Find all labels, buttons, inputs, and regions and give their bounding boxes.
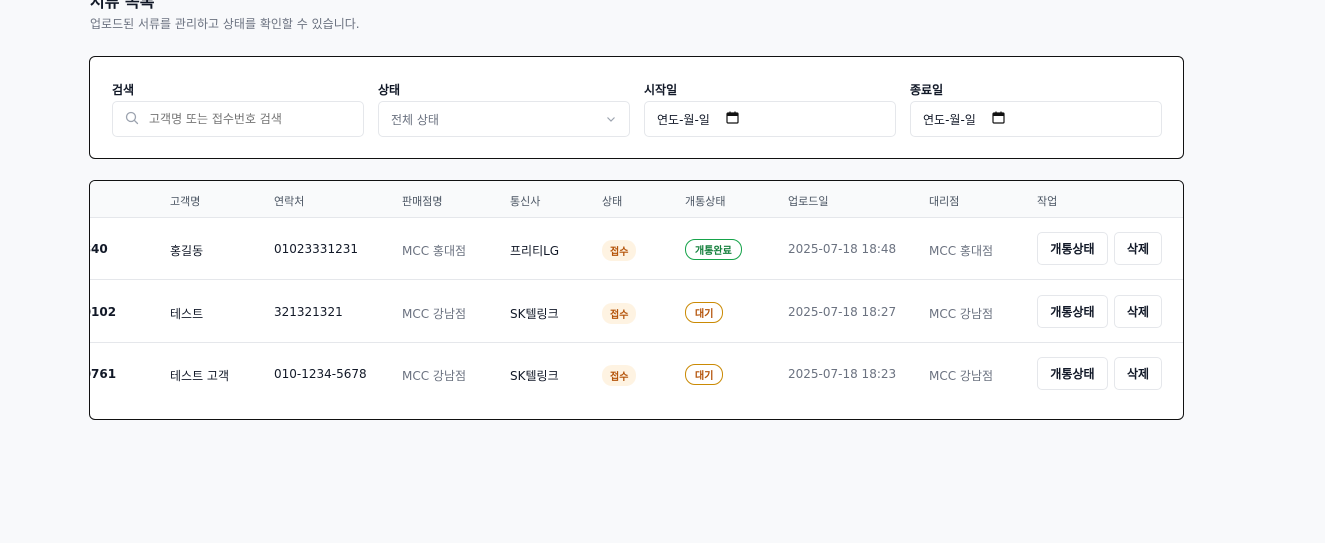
customer-name: 홍길동 [170,244,204,258]
column-header: 통신사 [510,195,541,208]
column-header: 연락처 [274,195,305,208]
customer-name: 테스트 고객 [170,369,230,383]
customer-name: 테스트 [170,307,204,321]
table-header: 고객명 연락처 판매점명 통신사 상태 개통상태 업로드일 대리점 작업 [90,181,1183,218]
column-header: 고객명 [170,195,201,208]
start-date-input[interactable]: 연도-월-일 [644,101,896,137]
agency-name: MCC 강남점 [929,307,994,321]
column-header: 판매점명 [402,195,443,208]
receipt-number: 370102 [90,305,117,319]
phone-number: 010-1234-5678 [274,367,367,381]
filter-panel: 검색 상태 전체 상태 시작일 연도-월-일 종료일 연도-월-일 [89,56,1184,159]
phone-number: 321321321 [274,305,343,319]
end-date-filter: 종료일 연도-월-일 [910,81,1162,137]
status-select[interactable]: 전체 상태 [378,101,630,137]
agency-name: MCC 홍대점 [929,244,994,258]
carrier: 프리티LG [510,244,560,258]
page-header: 서류 목록 업로드된 서류를 관리하고 상태를 확인할 수 있습니다. [90,0,360,32]
start-date-label: 시작일 [644,83,678,97]
status-filter: 상태 전체 상태 [378,81,630,137]
column-header: 상태 [602,195,623,208]
table-row[interactable]: 39840 홍길동 01023331231 MCC 홍대점 프리티LG 접수 개… [90,218,1183,280]
column-header: 대리점 [929,195,960,208]
search-filter: 검색 [112,81,364,137]
search-box[interactable] [112,101,364,137]
carrier: SK텔링크 [510,369,559,383]
search-icon [125,111,149,128]
column-header: 작업 [1037,195,1058,208]
calendar-icon[interactable] [710,111,739,127]
table-row[interactable]: 370102 테스트 321321321 MCC 강남점 SK텔링크 접수 대기… [90,281,1183,343]
end-date-value: 연도-월-일 [923,112,976,127]
column-header: 개통상태 [685,195,726,208]
page-title: 서류 목록 [90,0,155,11]
documents-table: 고객명 연락처 판매점명 통신사 상태 개통상태 업로드일 대리점 작업 398… [89,180,1184,420]
search-label: 검색 [112,83,135,97]
status-select-value: 전체 상태 [391,112,439,127]
agency-name: MCC 강남점 [929,369,994,383]
store-name: MCC 강남점 [402,307,467,321]
status-badge: 접수 [602,365,637,386]
activation-status-button[interactable]: 개통상태 [1037,232,1108,265]
status-label: 상태 [378,83,401,97]
end-date-label: 종료일 [910,83,944,97]
receipt-number: 39840 [90,242,108,256]
start-date-filter: 시작일 연도-월-일 [644,81,896,137]
upload-date: 2025-07-18 18:23 [788,367,897,381]
search-input[interactable] [149,112,349,126]
calendar-icon[interactable] [976,111,1005,127]
activation-badge: 대기 [685,364,724,385]
activation-badge: 개통완료 [685,239,742,260]
activation-status-button[interactable]: 개통상태 [1037,295,1108,328]
table-row[interactable]: 530761 테스트 고객 010-1234-5678 MCC 강남점 SK텔링… [90,343,1183,405]
start-date-value: 연도-월-일 [657,112,710,127]
end-date-input[interactable]: 연도-월-일 [910,101,1162,137]
column-header: 업로드일 [788,195,829,208]
delete-button[interactable]: 삭제 [1114,232,1162,265]
store-name: MCC 강남점 [402,369,467,383]
upload-date: 2025-07-18 18:27 [788,305,897,319]
phone-number: 01023331231 [274,242,358,256]
upload-date: 2025-07-18 18:48 [788,242,897,256]
delete-button[interactable]: 삭제 [1114,357,1162,390]
status-badge: 접수 [602,240,637,261]
status-badge: 접수 [602,303,637,324]
page-subtitle: 업로드된 서류를 관리하고 상태를 확인할 수 있습니다. [90,17,360,31]
activation-badge: 대기 [685,302,724,323]
delete-button[interactable]: 삭제 [1114,295,1162,328]
carrier: SK텔링크 [510,307,559,321]
activation-status-button[interactable]: 개통상태 [1037,357,1108,390]
receipt-number: 530761 [90,367,117,381]
store-name: MCC 홍대점 [402,244,467,258]
